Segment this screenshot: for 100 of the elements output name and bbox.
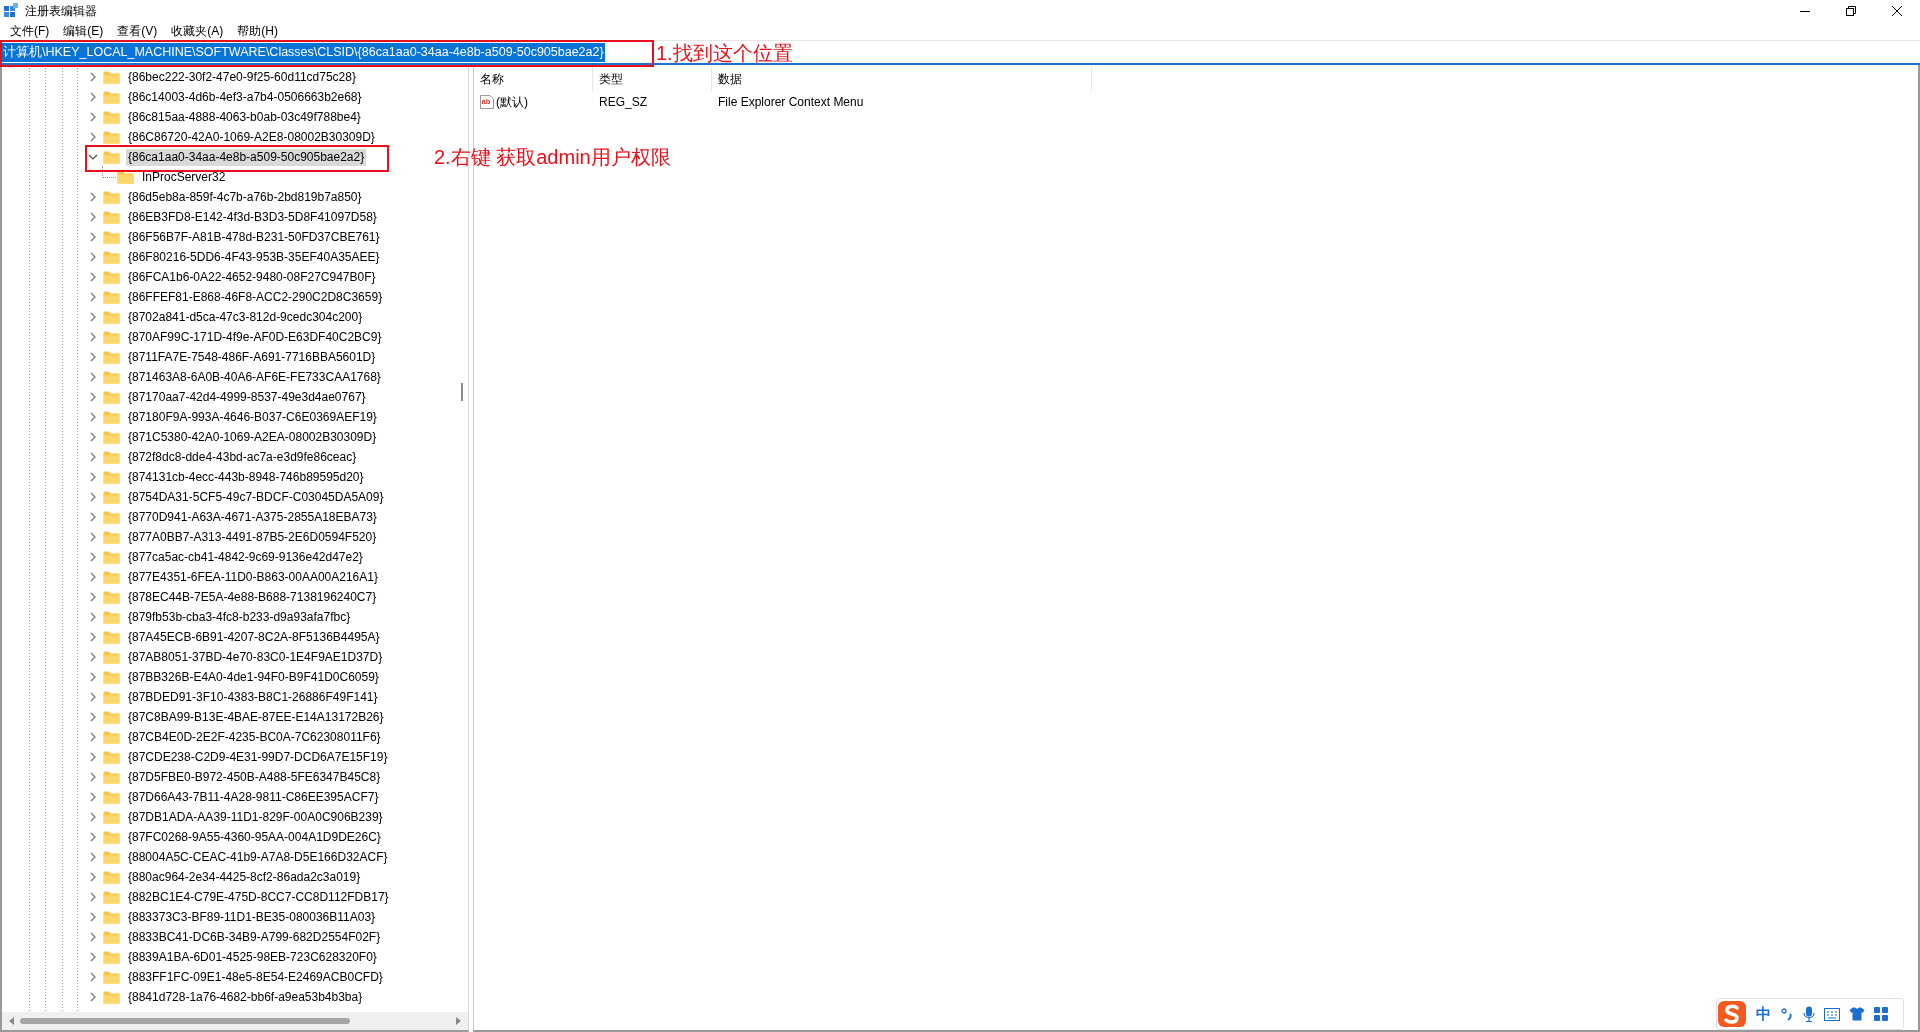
tree-item[interactable]: {87170aa7-42d4-4999-8537-49e3d4ae0767}	[126, 388, 368, 406]
tree-item[interactable]: {86bec222-30f2-47e0-9f25-60d11cd75c28}	[126, 68, 358, 86]
tree-item[interactable]: {87D66A43-7B11-4A28-9811-C86EE395ACF7}	[126, 788, 381, 806]
chevron-icon[interactable]	[88, 332, 98, 342]
tree-item[interactable]: {878EC44B-7E5A-4e88-B688-7138196240C7}	[126, 588, 379, 606]
chevron-icon[interactable]	[88, 392, 98, 402]
tree-item[interactable]: {86FFEF81-E868-46F8-ACC2-290C2D8C3659}	[126, 288, 385, 306]
tree-item[interactable]: {86F80216-5DD6-4F43-953B-35EF40A35AEE}	[126, 248, 382, 266]
chevron-icon[interactable]	[88, 932, 98, 942]
tree-item[interactable]: {86C86720-42A0-1069-A2E8-08002B30309D}	[126, 128, 377, 146]
chevron-icon[interactable]	[88, 972, 98, 982]
chevron-icon[interactable]	[88, 792, 98, 802]
chevron-icon[interactable]	[88, 212, 98, 222]
chevron-icon[interactable]	[88, 372, 98, 382]
chevron-icon[interactable]	[88, 512, 98, 522]
tree-item[interactable]: {882BC1E4-C79E-475D-8CC7-CC8D112FDB17}	[126, 888, 391, 906]
tree-item[interactable]: {874131cb-4ecc-443b-8948-746b89595d20}	[126, 468, 366, 486]
scroll-thumb[interactable]	[461, 383, 463, 401]
tree-item[interactable]: {87CB4E0D-2E2F-4235-BC0A-7C62308011F6}	[126, 728, 383, 746]
tree-item[interactable]: {871463A8-6A0B-40A6-AF6E-FE733CAA1768}	[126, 368, 383, 386]
chevron-icon[interactable]	[88, 432, 98, 442]
chevron-icon[interactable]	[88, 672, 98, 682]
tree-item[interactable]: {87DB1ADA-AA39-11D1-829F-00A0C906B239}	[126, 808, 385, 826]
chevron-icon[interactable]	[88, 152, 98, 162]
tree-item[interactable]: {8841d728-1a76-4682-bb6f-a9ea53b4b3ba}	[126, 988, 365, 1006]
address-field[interactable]: 计算机\HKEY_LOCAL_MACHINE\SOFTWARE\Classes\CLSID\{86ca1aa0-34aa-4e8b-a509-50c905bae2a2}	[2, 42, 605, 62]
chevron-icon[interactable]	[88, 472, 98, 482]
tree-item[interactable]: {87BB326B-E4A0-4de1-94F0-B9F41D0C6059}	[126, 668, 381, 686]
tree-item[interactable]: {8754DA31-5CF5-49c7-BDCF-C03045DA5A09}	[126, 488, 386, 506]
chevron-icon[interactable]	[88, 992, 98, 1002]
tree-item[interactable]: {86c815aa-4888-4063-b0ab-03c49f788be4}	[126, 108, 363, 126]
tree-item[interactable]: {879fb53b-cba3-4fc8-b233-d9a93afa7fbc}	[126, 608, 353, 626]
tree-item[interactable]: {87FC0268-9A55-4360-95AA-004A1D9DE26C}	[126, 828, 383, 846]
input-mode-toggle[interactable]: 中	[1756, 1004, 1771, 1024]
tree-item[interactable]: {87BDED91-3F10-4383-B8C1-26886F49F141}	[126, 688, 380, 706]
tree-item[interactable]: {8711FA7E-7548-486F-A691-7716BBA5601D}	[126, 348, 378, 366]
menu-item[interactable]: 帮助(H)	[230, 22, 285, 40]
chevron-icon[interactable]	[88, 952, 98, 962]
chevron-icon[interactable]	[88, 872, 98, 882]
chevron-icon[interactable]	[88, 492, 98, 502]
tree-item[interactable]: {87D5FBE0-B972-450B-A488-5FE6347B45C8}	[126, 768, 383, 786]
tree-item[interactable]: {877ca5ac-cb41-4842-9c69-9136e42d47e2}	[126, 548, 365, 566]
chevron-icon[interactable]	[88, 692, 98, 702]
tree-item[interactable]: {87CDE238-C2D9-4E31-99D7-DCD6A7E15F19}	[126, 748, 390, 766]
tree-item[interactable]: {86F56B7F-A81B-478d-B231-50FD37CBE761}	[126, 228, 382, 246]
column-header[interactable]: 数据	[712, 67, 1092, 91]
tree-item[interactable]: {86c14003-4d6b-4ef3-a7b4-0506663b2e68}	[126, 88, 364, 106]
tree-item[interactable]: {880ac964-2e34-4425-8cf2-86ada2c3a019}	[126, 868, 363, 886]
chevron-icon[interactable]	[88, 112, 98, 122]
tree-item[interactable]: {86d5eb8a-859f-4c7b-a76b-2bd819b7a850}	[126, 188, 364, 206]
chevron-icon[interactable]	[88, 292, 98, 302]
chevron-icon[interactable]	[88, 892, 98, 902]
chevron-icon[interactable]	[88, 592, 98, 602]
tree-item[interactable]: {877A0BB7-A313-4491-87B5-2E6D0594F520}	[126, 528, 379, 546]
menu-item[interactable]: 文件(F)	[3, 22, 57, 40]
chevron-icon[interactable]	[88, 812, 98, 822]
tree-item[interactable]: {8770D941-A63A-4671-A375-2855A18EBA73}	[126, 508, 379, 526]
chevron-icon[interactable]	[88, 732, 98, 742]
chevron-icon[interactable]	[88, 832, 98, 842]
chevron-icon[interactable]	[88, 252, 98, 262]
chevron-icon[interactable]	[88, 352, 98, 362]
tree-item[interactable]: {87AB8051-37BD-4e70-83C0-1E4F9AE1D37D}	[126, 648, 385, 666]
scroll-thumb[interactable]	[20, 1018, 350, 1024]
chevron-icon[interactable]	[88, 272, 98, 282]
tree-item[interactable]: {8839A1BA-6D01-4525-98EB-723C628320F0}	[126, 948, 379, 966]
tree-item[interactable]: InProcServer32	[140, 168, 228, 186]
menu-item[interactable]: 查看(V)	[110, 22, 165, 40]
tree-item[interactable]: {8702a841-d5ca-47c3-812d-9cedc304c200}	[126, 308, 365, 326]
chevron-icon[interactable]	[88, 452, 98, 462]
chevron-icon[interactable]	[88, 532, 98, 542]
chevron-icon[interactable]	[88, 232, 98, 242]
chevron-icon[interactable]	[88, 912, 98, 922]
tree-item[interactable]: {87180F9A-993A-4646-B037-C6E0369AEF19}	[126, 408, 379, 426]
tree-item[interactable]: {870AF99C-171D-4f9e-AF0D-E63DF40C2BC9}	[126, 328, 384, 346]
chevron-icon[interactable]	[88, 572, 98, 582]
chevron-icon[interactable]	[88, 852, 98, 862]
tree-item[interactable]: {872f8dc8-dde4-43bd-ac7a-e3d9fe86ceac}	[126, 448, 359, 466]
chevron-icon[interactable]	[88, 632, 98, 642]
tree-item[interactable]: {883373C3-BF89-11D1-BE35-080036B11A03}	[126, 908, 378, 926]
chevron-icon[interactable]	[88, 552, 98, 562]
tree-item[interactable]: {87A45ECB-6B91-4207-8C2A-8F5136B4495A}	[126, 628, 382, 646]
chevron-icon[interactable]	[88, 612, 98, 622]
chevron-icon[interactable]	[88, 72, 98, 82]
menu-item[interactable]: 编辑(E)	[56, 22, 111, 40]
chevron-icon[interactable]	[88, 652, 98, 662]
menu-item[interactable]: 收藏夹(A)	[164, 22, 231, 40]
chevron-icon[interactable]	[88, 752, 98, 762]
tree-item[interactable]: {88004A5C-CEAC-41b9-A7A8-D5E166D32ACF}	[126, 848, 390, 866]
tree-item[interactable]: {86EB3FD8-E142-4f3d-B3D3-5D8F41097D58}	[126, 208, 379, 226]
tree-item[interactable]: {883FF1FC-09E1-48e5-8E54-E2469ACB0CFD}	[126, 968, 385, 986]
chevron-icon[interactable]	[88, 772, 98, 782]
chevron-icon[interactable]	[88, 192, 98, 202]
tree-item[interactable]: {86FCA1b6-0A22-4652-9480-08F27C947B0F}	[126, 268, 378, 286]
tree-item[interactable]: {871C5380-42A0-1069-A2EA-08002B30309D}	[126, 428, 379, 446]
tree-item[interactable]: {877E4351-6FEA-11D0-B863-00AA00A216A1}	[126, 568, 380, 586]
column-header[interactable]: 名称	[474, 67, 593, 91]
chevron-icon[interactable]	[88, 312, 98, 322]
chevron-icon[interactable]	[88, 132, 98, 142]
chevron-icon[interactable]	[88, 412, 98, 422]
chevron-icon[interactable]	[88, 712, 98, 722]
